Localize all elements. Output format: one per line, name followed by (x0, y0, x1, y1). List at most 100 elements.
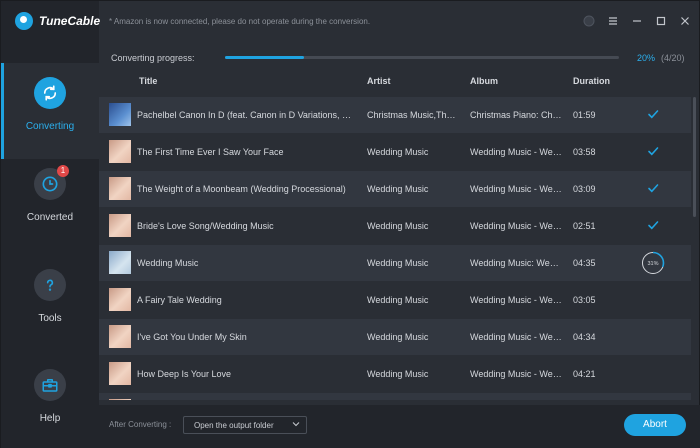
close-icon (681, 17, 689, 25)
table-row[interactable]: A Fairy Tale Wedding Wedding Music Wedding… (99, 282, 691, 318)
account-button[interactable] (583, 15, 595, 27)
column-album[interactable]: Album (470, 76, 498, 86)
abort-button[interactable]: Abort (624, 414, 686, 436)
nav-converting[interactable]: Converting (1, 63, 99, 159)
overall-progress: Converting progress: 20% (4/20) (99, 45, 700, 69)
track-title: Pachelbel Canon In D (feat. Canon in D V… (137, 110, 352, 120)
track-album: Wedding Music - Wed... (470, 184, 562, 194)
track-duration: 03:58 (573, 147, 596, 157)
track-duration: 01:59 (573, 110, 596, 120)
nav-help-label: Help (39, 413, 61, 424)
nav-help[interactable]: Help (1, 355, 99, 448)
sync-icon (43, 85, 57, 101)
column-duration[interactable]: Duration (573, 76, 610, 86)
album-art-thumbnail (109, 399, 131, 400)
track-duration: 04:34 (573, 332, 596, 342)
track-artist: Wedding Music (367, 258, 429, 268)
track-artist: Wedding Music (367, 147, 429, 157)
minimize-button[interactable] (631, 15, 643, 27)
track-album: Christmas Piano: Chri... (470, 110, 562, 120)
track-progress-ring: 31% (641, 251, 665, 275)
clock-icon (42, 176, 58, 192)
brand: TuneCable (15, 12, 100, 30)
track-artist: Wedding Music (367, 369, 429, 379)
track-album: Wedding Music - Wed... (470, 295, 562, 305)
after-converting-value: Open the output folder (194, 421, 274, 430)
column-artist[interactable]: Artist (367, 76, 391, 86)
progress-label: Converting progress: (111, 53, 195, 63)
track-duration: 02:51 (573, 221, 596, 231)
track-title: A Fairy Tale Wedding (137, 295, 222, 305)
connection-notice: * Amazon is now connected, please do not… (109, 17, 371, 26)
nav-converted-label: Converted (26, 212, 74, 223)
checkmark-icon (648, 110, 659, 119)
nav-converted[interactable]: 1 Converted (1, 154, 99, 250)
nav-tools-label: Tools (38, 313, 62, 324)
track-list: Pachelbel Canon In D (feat. Canon in D V… (99, 97, 691, 400)
table-row[interactable]: Wedding Music Wedding Music Wedding Music:… (99, 245, 691, 281)
checkmark-icon (648, 147, 659, 156)
menu-button[interactable] (607, 15, 619, 27)
track-duration: 03:09 (573, 184, 596, 194)
toolbox-icon (42, 379, 58, 392)
track-duration: 04:35 (573, 258, 596, 268)
table-row[interactable]: How Deep Is Your Love Wedding Music Weddin… (99, 356, 691, 392)
table-row[interactable]: The Weight of a Moonbeam (Wedding Proces… (99, 171, 691, 207)
minimize-icon (633, 20, 641, 22)
table-row[interactable]: I've Got You Under My Skin Wedding Music W… (99, 319, 691, 355)
after-converting-select[interactable]: Open the output folder (183, 416, 307, 434)
top-bar: * Amazon is now connected, please do not… (99, 1, 700, 45)
question-icon (46, 279, 54, 291)
account-icon (583, 15, 595, 27)
album-art-thumbnail (109, 103, 131, 126)
table-row[interactable]: The First Time Ever I Saw Your Face Weddi… (99, 134, 691, 170)
track-title: Wedding Music (137, 258, 199, 268)
app-window: TuneCable Converting 1 Converted Tools H… (0, 0, 700, 448)
maximize-icon (656, 16, 666, 26)
track-album: Wedding Music - Wed... (470, 332, 562, 342)
table-row[interactable]: Bride's Love Song/Wedding Music Wedding M… (99, 208, 691, 244)
checkmark-icon (648, 184, 659, 193)
after-converting-label: After Converting : (109, 420, 172, 429)
track-artist: Christmas Music,The ... (367, 110, 459, 120)
nav-tools[interactable]: Tools (1, 255, 99, 351)
progress-bar-fill (225, 56, 304, 59)
track-artist: Wedding Music (367, 332, 429, 342)
maximize-button[interactable] (655, 15, 667, 27)
tunecable-logo-icon (15, 12, 33, 30)
track-artist: Wedding Music (367, 221, 429, 231)
sidebar: TuneCable Converting 1 Converted Tools H… (1, 1, 100, 448)
chevron-down-icon (292, 422, 300, 427)
column-title[interactable]: Title (139, 76, 157, 86)
album-art-thumbnail (109, 214, 131, 237)
track-album: Wedding Music - Wed... (470, 369, 562, 379)
menu-icon (609, 17, 617, 25)
track-title: How Deep Is Your Love (137, 369, 232, 379)
album-art-thumbnail (109, 288, 131, 311)
nav-converting-label: Converting (25, 121, 75, 132)
track-title: The Weight of a Moonbeam (Wedding Proces… (137, 184, 346, 194)
track-title: Bride's Love Song/Wedding Music (137, 221, 274, 231)
track-title: The First Time Ever I Saw Your Face (137, 147, 284, 157)
window-controls (583, 15, 691, 27)
progress-percent: 20% (637, 53, 656, 63)
track-duration: 03:05 (573, 295, 596, 305)
track-album: Wedding Music - Wed... (470, 221, 562, 231)
track-artist: Wedding Music (367, 295, 429, 305)
converted-count-badge: 1 (57, 165, 69, 177)
track-duration: 04:21 (573, 369, 596, 379)
album-art-thumbnail (109, 140, 131, 163)
progress-count: (4/20) (661, 53, 685, 63)
album-art-thumbnail (109, 177, 131, 200)
track-progress-percent: 31% (647, 261, 658, 267)
close-button[interactable] (679, 15, 691, 27)
table-row[interactable] (99, 393, 691, 400)
track-list-scrollbar[interactable] (693, 97, 696, 217)
table-header: Title Artist Album Duration (99, 69, 691, 93)
album-art-thumbnail (109, 251, 131, 274)
album-art-thumbnail (109, 362, 131, 385)
table-row[interactable]: Pachelbel Canon In D (feat. Canon in D V… (99, 97, 691, 133)
progress-bar (225, 56, 619, 59)
app-name: TuneCable (39, 14, 101, 28)
track-artist: Wedding Music (367, 184, 429, 194)
